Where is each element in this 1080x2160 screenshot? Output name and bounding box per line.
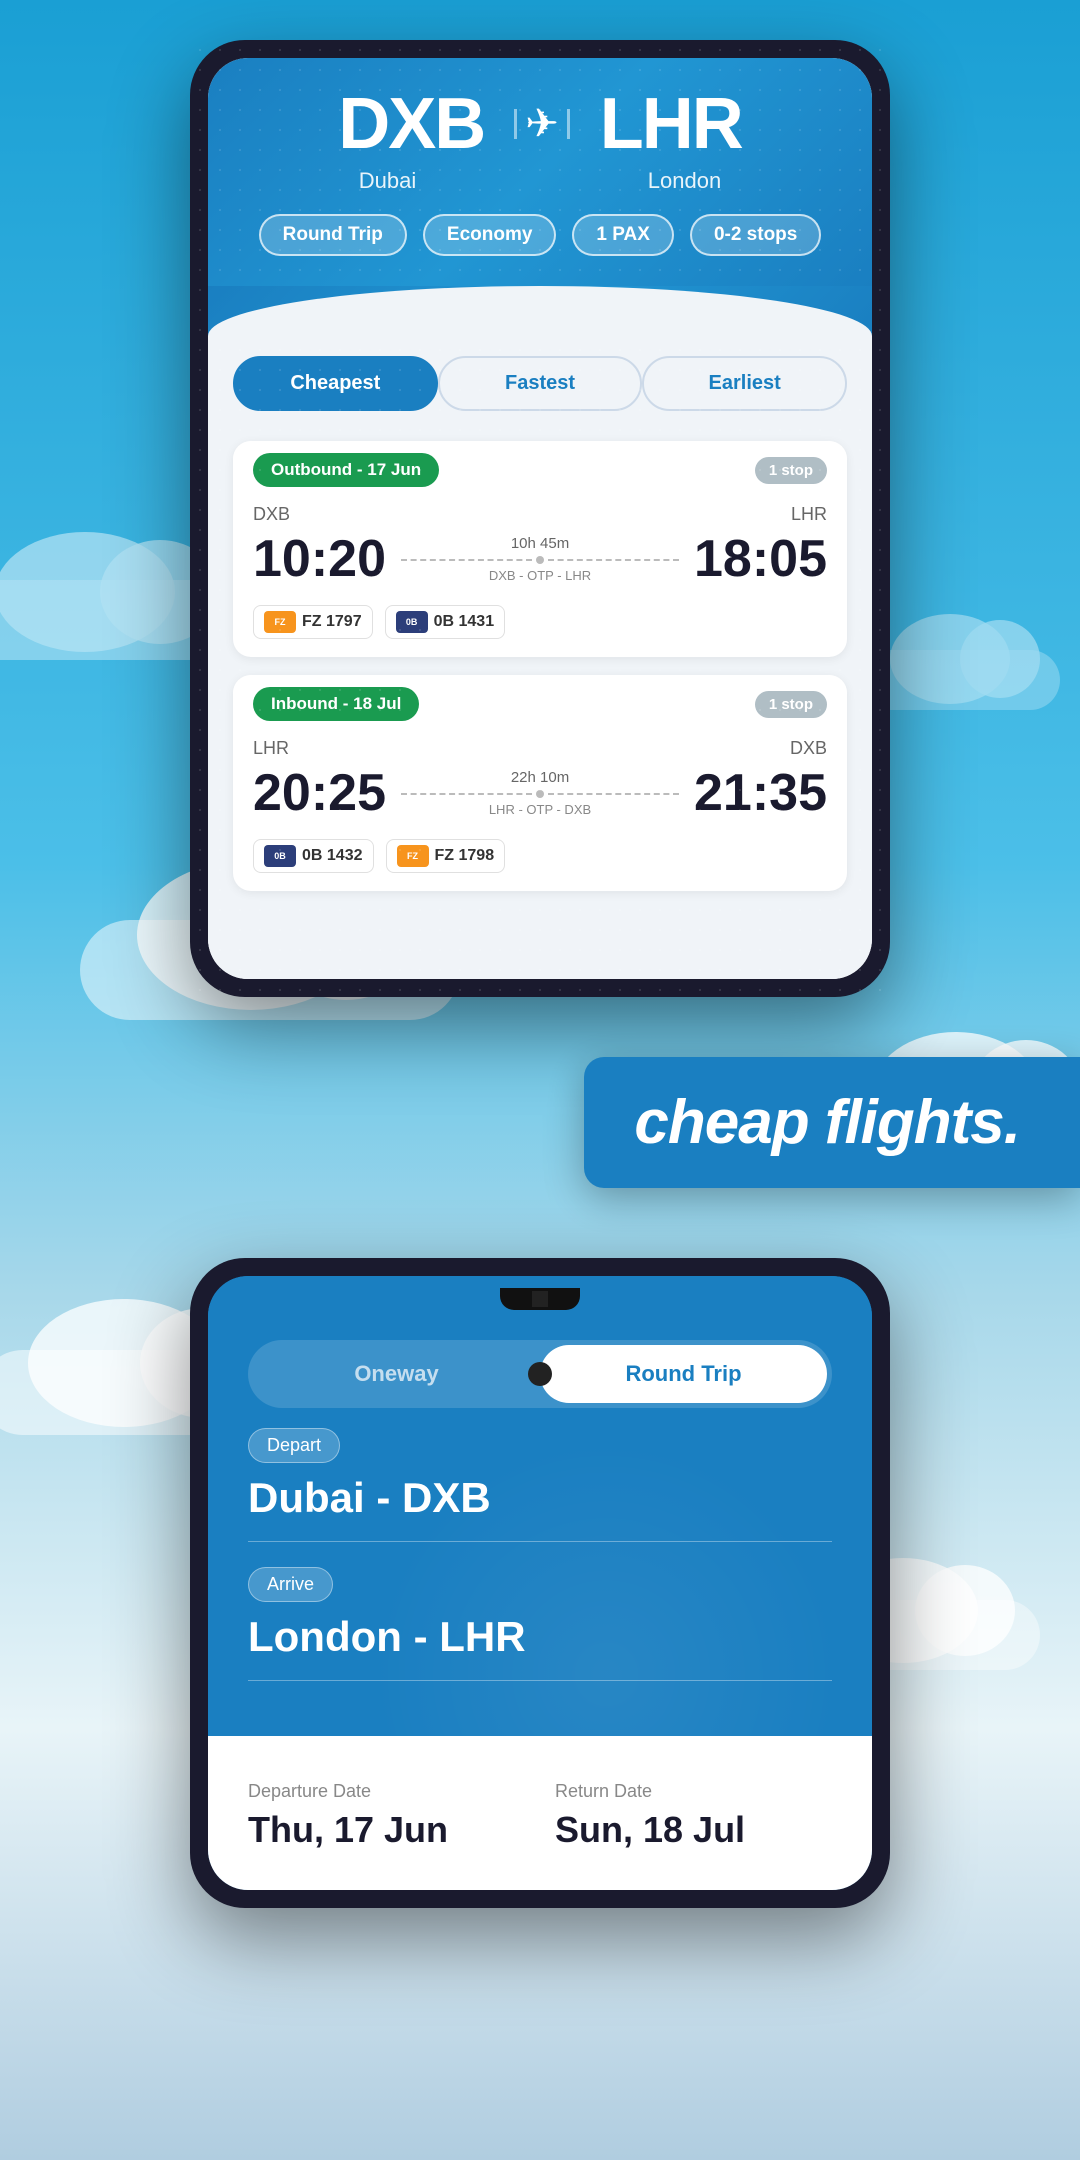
inbound-badge: Inbound - 18 Jul xyxy=(253,687,419,721)
inbound-airline2: FZ FZ 1798 xyxy=(386,839,506,873)
origin-code: DXB xyxy=(338,88,484,160)
wave-divider xyxy=(208,286,872,336)
arrive-value[interactable]: London - LHR xyxy=(248,1614,832,1660)
outbound-airline1: FZ FZ 1797 xyxy=(253,605,373,639)
tab-earliest[interactable]: Earliest xyxy=(642,356,847,411)
tagline-box: cheap flights. xyxy=(584,1057,1080,1188)
inbound-stop-badge: 1 stop xyxy=(755,691,827,718)
inbound-airline1: 0B 0B 1432 xyxy=(253,839,374,873)
inbound-dest: DXB xyxy=(790,738,827,759)
outbound-airlines: FZ FZ 1797 0B 0B 1431 xyxy=(233,597,847,657)
outbound-airline2: 0B 0B 1431 xyxy=(385,605,506,639)
tab-fastest[interactable]: Fastest xyxy=(438,356,643,411)
inbound-duration-line xyxy=(401,790,679,798)
route-plane-icon: ✈ xyxy=(514,101,570,147)
toggle-dot xyxy=(528,1362,552,1386)
inbound-airlines: 0B 0B 1432 FZ FZ 1798 xyxy=(233,831,847,891)
return-date-col[interactable]: Return Date Sun, 18 Jul xyxy=(555,1781,832,1850)
arrive-divider xyxy=(248,1680,832,1681)
inbound-depart: 20:25 xyxy=(253,767,386,819)
phone-mockup-2: Oneway Round Trip Depart Dubai - DXB Arr… xyxy=(190,1258,890,1908)
outbound-stop-badge: 1 stop xyxy=(755,457,827,484)
outbound-duration-text: 10h 45m xyxy=(401,535,679,552)
departure-date-value[interactable]: Thu, 17 Jun xyxy=(248,1810,525,1850)
pax-tag[interactable]: 1 PAX xyxy=(572,214,674,256)
airport-names: Dubai London xyxy=(243,168,837,194)
outbound-dest: LHR xyxy=(791,504,827,525)
stops-tag[interactable]: 0-2 stops xyxy=(690,214,821,256)
inbound-via: LHR - OTP - DXB xyxy=(401,802,679,817)
inbound-duration: 22h 10m LHR - OTP - DXB xyxy=(386,769,694,817)
search-form: Depart Dubai - DXB Arrive London - LHR xyxy=(208,1428,872,1736)
depart-field[interactable]: Depart Dubai - DXB xyxy=(248,1428,832,1542)
date-section: Departure Date Thu, 17 Jun Return Date S… xyxy=(208,1736,872,1890)
outbound-via: DXB - OTP - LHR xyxy=(401,568,679,583)
outbound-duration-line xyxy=(401,556,679,564)
cabin-tag[interactable]: Economy xyxy=(423,214,557,256)
phone-notch xyxy=(208,1276,872,1310)
dest-code: LHR xyxy=(600,88,742,160)
origin-name: Dubai xyxy=(359,168,416,194)
date-grid: Departure Date Thu, 17 Jun Return Date S… xyxy=(248,1781,832,1850)
trip-type-tag[interactable]: Round Trip xyxy=(259,214,407,256)
inbound-arrive: 21:35 xyxy=(694,767,827,819)
phone-screen-1: DXB ✈ LHR Dubai London Round Trip Econom… xyxy=(208,58,872,979)
flight-route: DXB ✈ LHR xyxy=(243,88,837,160)
depart-label: Depart xyxy=(248,1428,340,1463)
outbound-arrive: 18:05 xyxy=(694,533,827,585)
outbound-depart: 10:20 xyxy=(253,533,386,585)
inbound-airports: LHR DXB xyxy=(233,733,847,767)
phone-mockup-1: DXB ✈ LHR Dubai London Round Trip Econom… xyxy=(190,40,890,997)
outbound-flight2-num: 0B 1431 xyxy=(434,613,495,631)
inbound-flight1-num: 0B 1432 xyxy=(302,847,363,865)
return-date-value[interactable]: Sun, 18 Jul xyxy=(555,1810,832,1850)
arrive-label: Arrive xyxy=(248,1567,333,1602)
outbound-card[interactable]: Outbound - 17 Jun 1 stop DXB LHR 10:20 1… xyxy=(233,441,847,657)
outbound-badge: Outbound - 17 Jun xyxy=(253,453,439,487)
arrive-field[interactable]: Arrive London - LHR xyxy=(248,1567,832,1681)
tagline-section: cheap flights. xyxy=(0,1057,1080,1188)
inbound-card[interactable]: Inbound - 18 Jul 1 stop LHR DXB 20:25 22… xyxy=(233,675,847,891)
roundtrip-toggle[interactable]: Round Trip xyxy=(540,1345,827,1403)
sort-tabs: Cheapest Fastest Earliest xyxy=(208,336,872,426)
departure-date-label: Departure Date xyxy=(248,1781,525,1802)
blueair-logo: 0B xyxy=(396,611,428,633)
departure-date-col[interactable]: Departure Date Thu, 17 Jun xyxy=(248,1781,525,1850)
outbound-times: 10:20 10h 45m DXB - OTP - LHR 18:05 xyxy=(233,533,847,597)
outbound-origin: DXB xyxy=(253,504,290,525)
dest-name: London xyxy=(648,168,721,194)
outbound-duration: 10h 45m DXB - OTP - LHR xyxy=(386,535,694,583)
depart-value[interactable]: Dubai - DXB xyxy=(248,1475,832,1521)
blueair-logo-2: 0B xyxy=(264,845,296,867)
toggle-container: Oneway Round Trip xyxy=(208,1310,872,1428)
outbound-airports: DXB LHR xyxy=(233,499,847,533)
price-peek xyxy=(208,939,872,979)
flight-header: DXB ✈ LHR Dubai London Round Trip Econom… xyxy=(208,58,872,286)
flydubai-logo: FZ xyxy=(264,611,296,633)
tab-cheapest[interactable]: Cheapest xyxy=(233,356,438,411)
flight-filters: Round Trip Economy 1 PAX 0-2 stops xyxy=(243,214,837,286)
outbound-header: Outbound - 17 Jun 1 stop xyxy=(233,441,847,499)
inbound-duration-text: 22h 10m xyxy=(401,769,679,786)
flight-results: Outbound - 17 Jun 1 stop DXB LHR 10:20 1… xyxy=(208,426,872,939)
depart-divider xyxy=(248,1541,832,1542)
phone-screen-2: Oneway Round Trip Depart Dubai - DXB Arr… xyxy=(208,1276,872,1890)
tagline-text: cheap flights. xyxy=(634,1088,1020,1157)
inbound-flight2-num: FZ 1798 xyxy=(435,847,495,865)
return-date-label: Return Date xyxy=(555,1781,832,1802)
flydubai-logo-2: FZ xyxy=(397,845,429,867)
outbound-flight1-num: FZ 1797 xyxy=(302,613,362,631)
inbound-header: Inbound - 18 Jul 1 stop xyxy=(233,675,847,733)
trip-type-toggle[interactable]: Oneway Round Trip xyxy=(248,1340,832,1408)
inbound-origin: LHR xyxy=(253,738,289,759)
inbound-times: 20:25 22h 10m LHR - OTP - DXB 21:35 xyxy=(233,767,847,831)
oneway-toggle[interactable]: Oneway xyxy=(253,1345,540,1403)
